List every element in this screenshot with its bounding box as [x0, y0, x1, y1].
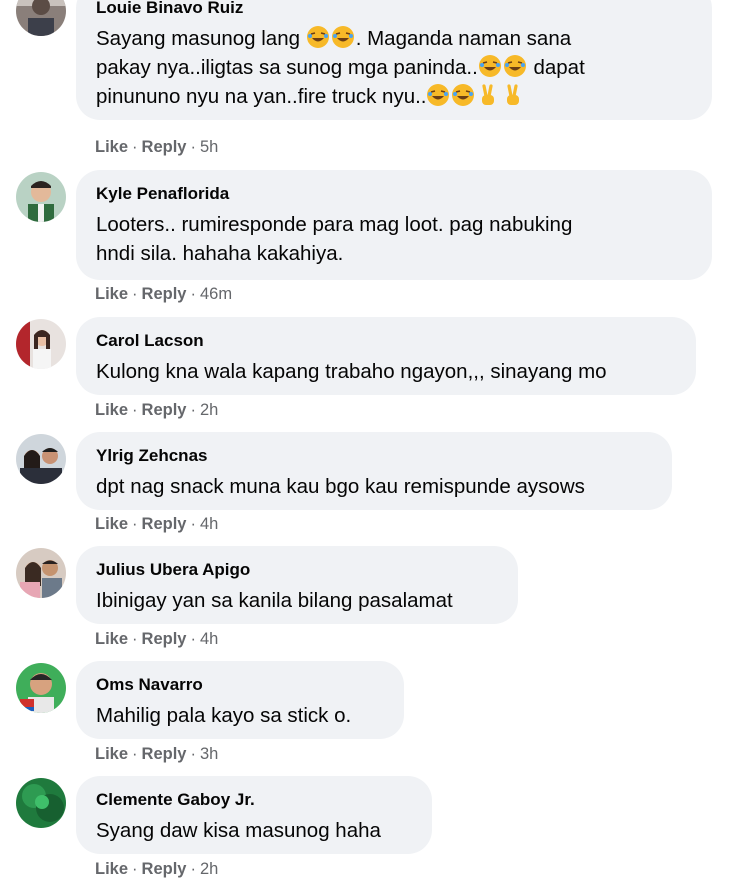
- comment-actions: Like · Reply · 2h: [95, 401, 219, 419]
- comment-actions: Like · Reply · 4h: [95, 630, 219, 648]
- avatar[interactable]: [16, 434, 66, 484]
- comment-actions: Like · Reply · 5h: [95, 138, 219, 156]
- comment-author[interactable]: Kyle Penaflorida: [96, 184, 692, 204]
- reply-button[interactable]: Reply: [142, 745, 187, 763]
- like-button[interactable]: Like: [95, 745, 128, 763]
- comment-timestamp[interactable]: 4h: [200, 515, 218, 533]
- reply-button[interactable]: Reply: [142, 138, 187, 156]
- profile-photo-icon: [16, 172, 66, 222]
- comment-actions: Like · Reply · 46m: [95, 285, 233, 303]
- like-button[interactable]: Like: [95, 630, 128, 648]
- laughing-emoji-icon: [478, 55, 528, 79]
- like-button[interactable]: Like: [95, 860, 128, 878]
- comment-text: Mahilig pala kayo sa stick o.: [96, 704, 352, 727]
- profile-photo-icon: [16, 663, 66, 713]
- comment-bubble: Oms Navarro Mahilig pala kayo sa stick o…: [76, 661, 404, 739]
- laughing-emoji-icon: [426, 84, 476, 108]
- comment-list: Louie Binavo Ruiz Sayang masunog lang . …: [0, 0, 750, 890]
- profile-photo-icon: [16, 548, 66, 598]
- comment-timestamp[interactable]: 2h: [200, 860, 218, 878]
- profile-photo-icon: [16, 434, 66, 484]
- like-button[interactable]: Like: [95, 401, 128, 419]
- comment-author[interactable]: Louie Binavo Ruiz: [96, 0, 692, 18]
- comment-author[interactable]: Clemente Gaboy Jr.: [96, 790, 412, 810]
- avatar[interactable]: [16, 319, 66, 369]
- comment-bubble: Ylrig Zehcnas dpt nag snack muna kau bgo…: [76, 432, 672, 510]
- avatar[interactable]: [16, 548, 66, 598]
- avatar[interactable]: [16, 663, 66, 713]
- comment-text: Kulong kna wala kapang trabaho ngayon,,,…: [96, 360, 607, 383]
- comment-author[interactable]: Ylrig Zehcnas: [96, 446, 652, 466]
- reply-button[interactable]: Reply: [142, 515, 187, 533]
- profile-photo-icon: [16, 778, 66, 828]
- comment-actions: Like · Reply · 2h: [95, 860, 219, 878]
- comment-timestamp[interactable]: 5h: [200, 138, 218, 156]
- comment-actions: Like · Reply · 4h: [95, 515, 219, 533]
- comment-timestamp[interactable]: 4h: [200, 630, 218, 648]
- comment-text: dpt nag snack muna kau bgo kau remispund…: [96, 475, 585, 498]
- comment-actions: Like · Reply · 3h: [95, 745, 219, 763]
- avatar[interactable]: [16, 0, 66, 36]
- comment-text: Sayang masunog lang . Maganda naman sana…: [96, 26, 585, 108]
- reply-button[interactable]: Reply: [142, 860, 187, 878]
- comment-timestamp[interactable]: 2h: [200, 401, 218, 419]
- comment-author[interactable]: Carol Lacson: [96, 331, 676, 351]
- laughing-emoji-icon: [306, 26, 356, 50]
- reply-button[interactable]: Reply: [142, 630, 187, 648]
- comment-text: Looters.. rumiresponde para mag loot. pa…: [96, 213, 573, 265]
- comment-bubble: Carol Lacson Kulong kna wala kapang trab…: [76, 317, 696, 395]
- reply-button[interactable]: Reply: [142, 285, 187, 303]
- profile-photo-icon: [16, 0, 66, 36]
- comment-text: Syang daw kisa masunog haha: [96, 819, 381, 842]
- comment-timestamp[interactable]: 3h: [200, 745, 218, 763]
- comment-text: Ibinigay yan sa kanila bilang pasalamat: [96, 589, 453, 612]
- comment-bubble: Kyle Penaflorida Looters.. rumiresponde …: [76, 170, 712, 280]
- profile-photo-icon: [16, 319, 66, 369]
- comment-author[interactable]: Julius Ubera Apigo: [96, 560, 498, 580]
- like-button[interactable]: Like: [95, 138, 128, 156]
- comment-timestamp[interactable]: 46m: [200, 285, 232, 303]
- reply-button[interactable]: Reply: [142, 401, 187, 419]
- comment-bubble: Louie Binavo Ruiz Sayang masunog lang . …: [76, 0, 712, 120]
- like-button[interactable]: Like: [95, 515, 128, 533]
- victory-hand-emoji-icon: [476, 84, 526, 108]
- comment-bubble: Clemente Gaboy Jr. Syang daw kisa masuno…: [76, 776, 432, 854]
- comment-bubble: Julius Ubera Apigo Ibinigay yan sa kanil…: [76, 546, 518, 624]
- like-button[interactable]: Like: [95, 285, 128, 303]
- avatar[interactable]: [16, 778, 66, 828]
- comment-author[interactable]: Oms Navarro: [96, 675, 384, 695]
- avatar[interactable]: [16, 172, 66, 222]
